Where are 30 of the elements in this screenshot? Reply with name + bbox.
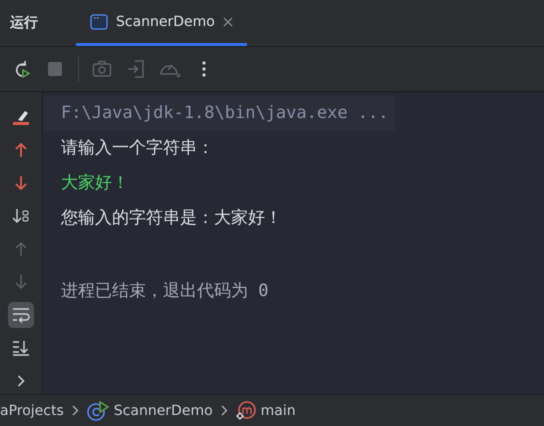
- class-icon: [86, 400, 109, 420]
- stop-icon: [47, 61, 63, 77]
- up-arrow-icon: [14, 241, 28, 257]
- down-arrow-icon: [14, 175, 28, 191]
- soft-wrap-icon: [12, 307, 30, 323]
- eraser-icon: [12, 108, 30, 126]
- breadcrumb-item[interactable]: main: [236, 400, 296, 420]
- breadcrumb-item[interactable]: ScannerDemo: [86, 400, 213, 420]
- console-icon: [90, 14, 108, 30]
- console-line: 请输入一个字符串：: [60, 137, 215, 160]
- tab-label: ScannerDemo: [116, 14, 215, 30]
- console-line: 进程已结束，退出代码为 0: [60, 280, 270, 303]
- more-icon: [202, 61, 206, 77]
- panel-title: 运行: [9, 14, 39, 33]
- exit-icon: [126, 59, 146, 79]
- method-icon: [236, 400, 256, 420]
- sort-icon: [12, 208, 30, 224]
- camera-icon: [92, 60, 112, 78]
- console-line: 大家好！: [60, 172, 130, 195]
- chevron-icon: [72, 405, 79, 416]
- wrap-button[interactable]: [8, 302, 34, 328]
- close-icon[interactable]: [222, 16, 233, 26]
- chevron-icon: [220, 405, 228, 416]
- console-line: 您输入的字符串是：大家好！: [60, 207, 283, 230]
- chevron-icon: [17, 375, 25, 387]
- down-arrow-icon: [14, 274, 28, 290]
- scroll-to-end-icon: [12, 340, 30, 356]
- run-tab[interactable]: ScannerDemo: [76, 0, 247, 46]
- up-arrow-icon: [14, 142, 28, 158]
- breadcrumb-item[interactable]: aProjects: [0, 402, 64, 418]
